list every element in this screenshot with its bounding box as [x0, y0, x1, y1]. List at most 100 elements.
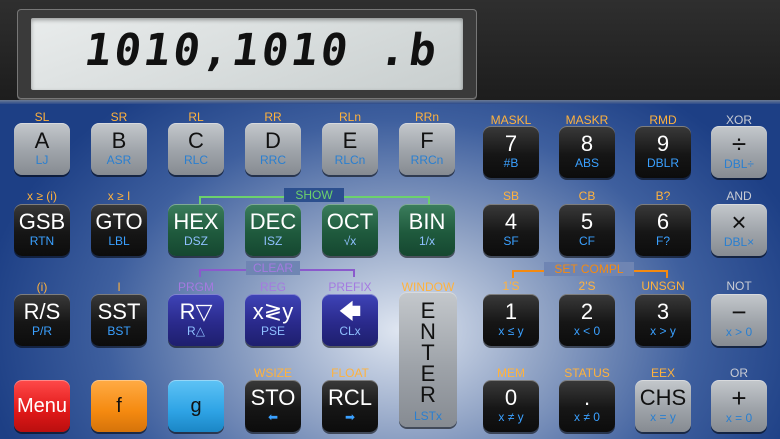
label-ones-compl: 1'S: [502, 279, 520, 293]
key-e[interactable]: E RLCn: [322, 123, 378, 175]
enter-letter-t: T: [421, 340, 435, 365]
key-gsb[interactable]: GSB RTN: [14, 204, 70, 256]
key-decimal[interactable]: .x ≠ 0: [559, 380, 615, 432]
key-c[interactable]: C RLC: [168, 123, 224, 175]
key-2-g: x < 0: [573, 324, 601, 338]
key-multiply-label: ×: [731, 207, 747, 237]
key-1-g: x ≤ y: [498, 324, 524, 338]
key-gto[interactable]: GTO LBL: [91, 204, 147, 256]
key-x-exchange-y[interactable]: x≷y PSE: [245, 294, 301, 346]
enter-letter-r: R: [420, 382, 436, 407]
key-chs[interactable]: CHS x = y: [635, 380, 691, 432]
key-a[interactable]: A LJ: [14, 123, 70, 175]
key-oct-label: OCT: [326, 209, 374, 234]
display-panel: 1010,1010 .b: [0, 0, 780, 104]
label-sr: SR: [110, 110, 128, 124]
key-3-label: 3: [656, 299, 670, 324]
key-6-g: F?: [655, 234, 670, 248]
key-sto[interactable]: STO ⬅: [245, 380, 301, 432]
label-rs-f: (i): [36, 280, 48, 294]
label-rr: RR: [264, 110, 282, 124]
key-decimal-g: x ≠ 0: [574, 410, 600, 424]
key-plus[interactable]: + x = 0: [711, 380, 767, 432]
key-rcl-label: RCL: [327, 385, 372, 410]
label-sb: SB: [502, 189, 519, 203]
enter-letter-n: N: [420, 319, 436, 344]
key-bin-g: 1/x: [418, 234, 435, 248]
label-sst-f: I: [117, 280, 121, 294]
key-rcl[interactable]: RCL ➡: [322, 380, 378, 432]
label-twos-compl: 2'S: [578, 279, 596, 293]
key-divide[interactable]: ÷ DBL÷: [711, 126, 767, 178]
key-divide-g: DBL÷: [724, 157, 754, 171]
key-9[interactable]: 9 DBLR: [635, 126, 691, 178]
key-0[interactable]: 0x ≠ y: [483, 380, 539, 432]
key-2[interactable]: 2x < 0: [559, 294, 615, 346]
backspace-arrow-icon: 🡄: [338, 299, 362, 324]
key-f-hex-g: RRCn: [410, 153, 444, 167]
key-a-g: LJ: [35, 153, 49, 167]
key-sst-g: BST: [107, 324, 131, 338]
left-arrow-icon: ⬅: [267, 410, 279, 424]
key-sst-label: SST: [97, 299, 141, 324]
key-roll-down[interactable]: R▽ R△: [168, 294, 224, 346]
key-a-label: A: [34, 128, 50, 153]
key-minus[interactable]: − x > 0: [711, 294, 767, 346]
label-and: AND: [726, 189, 752, 203]
key-b[interactable]: B ASR: [91, 123, 147, 175]
key-5[interactable]: 5 CF: [559, 204, 615, 256]
label-maskr: MASKR: [565, 113, 609, 127]
key-e-g: RLCn: [334, 153, 366, 167]
set-compl-label: SET COMPL: [544, 262, 634, 276]
key-1[interactable]: 1x ≤ y: [483, 294, 539, 346]
label-status: STATUS: [564, 366, 610, 380]
lcd-frame: 1010,1010 .b: [17, 9, 477, 99]
key-backspace[interactable]: 🡄 CLx: [322, 294, 378, 346]
key-oct[interactable]: OCT √x: [322, 204, 378, 256]
key-8[interactable]: 8 ABS: [559, 126, 615, 178]
menu-button-label: Menu: [16, 395, 68, 417]
label-rln: RLn: [338, 110, 361, 124]
key-d-g: RRC: [260, 153, 286, 167]
key-f-hex[interactable]: F RRCn: [399, 123, 455, 175]
key-d[interactable]: D RRC: [245, 123, 301, 175]
enter-letter-e: E: [420, 298, 436, 323]
key-7[interactable]: 7 #B: [483, 126, 539, 178]
key-rs[interactable]: R/S P/R: [14, 294, 70, 346]
key-bin[interactable]: BIN 1/x: [399, 204, 455, 256]
key-8-label: 8: [580, 131, 594, 156]
key-f-shift[interactable]: f: [91, 380, 147, 432]
key-7-g: #B: [503, 156, 519, 170]
key-gto-label: GTO: [95, 209, 143, 234]
key-g-shift[interactable]: g: [168, 380, 224, 432]
key-roll-down-label: R▽: [179, 299, 213, 324]
key-3[interactable]: 3x > y: [635, 294, 691, 346]
key-bin-label: BIN: [408, 209, 446, 234]
key-multiply-g: DBL×: [723, 235, 755, 249]
label-sl: SL: [34, 110, 50, 124]
key-hex[interactable]: HEX DSZ: [168, 204, 224, 256]
right-arrow-icon: ➡: [344, 410, 356, 424]
key-backspace-g: CLx: [339, 324, 361, 338]
key-gto-g: LBL: [108, 234, 130, 248]
key-oct-g: √x: [343, 234, 357, 248]
key-4[interactable]: 4 SF: [483, 204, 539, 256]
menu-button[interactable]: Menu: [14, 380, 70, 432]
show-label: SHOW: [284, 188, 344, 202]
key-multiply[interactable]: × DBL×: [711, 204, 767, 256]
key-9-label: 9: [656, 131, 670, 156]
key-enter[interactable]: E N T E R LSTx: [399, 292, 457, 427]
label-prefix: PREFIX: [328, 280, 372, 294]
key-x-exchange-y-g: PSE: [260, 324, 285, 338]
label-float: FLOAT: [331, 366, 369, 380]
label-eex: EEX: [650, 366, 675, 380]
key-x-exchange-y-label: x≷y: [252, 299, 294, 324]
key-dec[interactable]: DEC ISZ: [245, 204, 301, 256]
label-rrn: RRn: [414, 110, 439, 124]
key-hex-label: HEX: [173, 209, 219, 234]
key-sst[interactable]: SST BST: [91, 294, 147, 346]
key-chs-g: x = y: [650, 410, 676, 424]
key-6[interactable]: 6 F?: [635, 204, 691, 256]
label-reg: REG: [259, 280, 286, 294]
label-rmd: RMD: [649, 113, 677, 127]
